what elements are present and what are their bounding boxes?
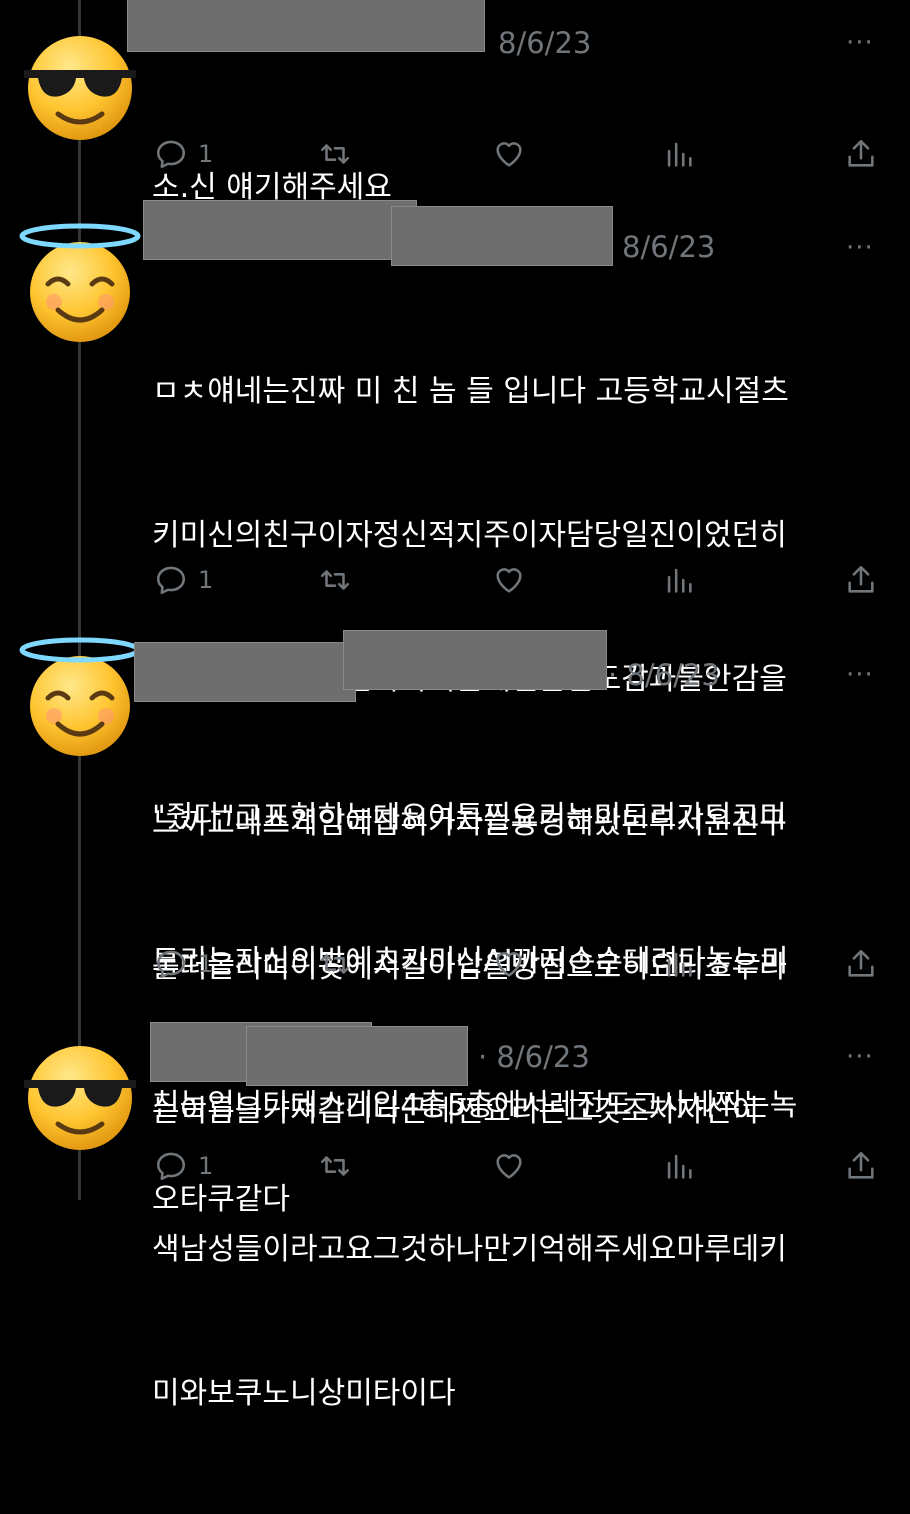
reply-count: 1	[198, 1152, 214, 1180]
retweet-button[interactable]	[318, 560, 352, 600]
more-icon[interactable]: ···	[846, 1042, 874, 1072]
share-button[interactable]	[844, 944, 878, 984]
share-button[interactable]	[844, 134, 878, 174]
tweet-date: 8/6/23	[498, 26, 592, 60]
more-icon[interactable]: ···	[846, 233, 874, 263]
tweet-text-line: "줬다"고표현하는데요여튼찐요리는미도리가되고미	[152, 800, 787, 835]
retweet-icon	[320, 570, 350, 590]
tweet-date: · 8/6/23	[478, 1040, 590, 1074]
views-icon	[667, 952, 692, 977]
tweet-text-line: 미와보쿠노니상미타이다	[152, 1376, 456, 1411]
views-icon	[667, 568, 692, 593]
sunglasses-emoji-avatar[interactable]	[18, 1030, 142, 1154]
redacted-username	[246, 1026, 468, 1086]
share-button[interactable]	[844, 560, 878, 600]
sunglasses-emoji-avatar[interactable]	[18, 20, 142, 144]
retweet-button[interactable]	[318, 1146, 352, 1186]
heart-icon	[496, 1154, 522, 1179]
share-button[interactable]	[844, 1146, 878, 1186]
views-button[interactable]	[662, 134, 696, 174]
heart-icon	[496, 568, 522, 593]
reply-count: 1	[198, 950, 214, 978]
like-button[interactable]	[492, 1146, 526, 1186]
share-icon	[848, 1151, 874, 1179]
reply-icon	[156, 140, 186, 169]
tweet-actions: 1	[150, 944, 890, 984]
tweet-actions: 1	[150, 1146, 890, 1186]
redacted-username	[391, 206, 613, 266]
thread-line	[78, 0, 81, 1200]
retweet-icon	[320, 954, 350, 974]
tweet-text-line: 키미신의친구이자정신적지주이자담당일진이었던히	[152, 518, 787, 553]
tweet-date: · 8/6/23	[608, 658, 720, 692]
share-icon	[848, 565, 874, 593]
like-button[interactable]	[492, 134, 526, 174]
tweet-text-line: ㅁㅊ얘네는진짜 미 친 놈 들 입니다 고등학교시절츠	[152, 374, 789, 409]
heart-icon	[496, 952, 522, 977]
views-button[interactable]	[662, 1146, 696, 1186]
redacted-display-name	[143, 200, 417, 260]
halo-emoji-avatar[interactable]	[18, 222, 142, 346]
reply-button[interactable]: 1	[154, 134, 213, 174]
like-button[interactable]	[492, 944, 526, 984]
reply-count: 1	[198, 140, 214, 168]
tweet-actions: 1	[150, 134, 890, 174]
views-button[interactable]	[662, 944, 696, 984]
reply-button[interactable]: 1	[154, 944, 213, 984]
share-icon	[848, 139, 874, 167]
views-icon	[667, 1154, 692, 1179]
views-icon	[667, 142, 692, 167]
reply-icon	[156, 950, 186, 979]
tweet-date: 8/6/23	[622, 230, 716, 264]
heart-icon	[496, 142, 522, 167]
redacted-display-name	[127, 0, 485, 52]
reply-button[interactable]: 1	[154, 1146, 213, 1186]
reply-button[interactable]: 1	[154, 560, 213, 600]
reply-icon	[156, 1152, 186, 1181]
retweet-button[interactable]	[318, 944, 352, 984]
retweet-icon	[320, 1156, 350, 1176]
redacted-username	[343, 630, 607, 690]
retweet-icon	[320, 144, 350, 164]
reply-count: 1	[198, 566, 214, 594]
share-icon	[848, 949, 874, 977]
halo-emoji-avatar[interactable]	[18, 636, 142, 760]
more-icon[interactable]: ···	[846, 660, 874, 690]
views-button[interactable]	[662, 560, 696, 600]
more-icon[interactable]: ···	[846, 28, 874, 58]
retweet-button[interactable]	[318, 134, 352, 174]
like-button[interactable]	[492, 560, 526, 600]
tweet-text: 오타쿠같다	[152, 1080, 290, 1320]
redacted-display-name	[134, 642, 356, 702]
reply-icon	[156, 566, 186, 595]
tweet-actions: 1	[150, 560, 890, 600]
